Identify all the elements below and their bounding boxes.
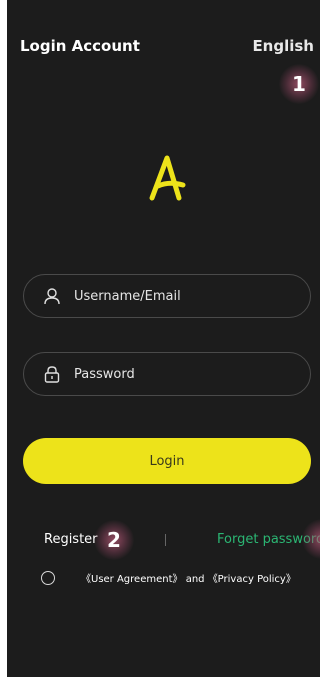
password-input[interactable] (74, 366, 284, 382)
username-input[interactable] (74, 288, 284, 304)
annotation-marker-1: 1 (279, 64, 319, 104)
agreement-and: and (182, 574, 208, 585)
letter-a-logo (149, 155, 186, 201)
login-screen: Login Account English Login Register For… (7, 0, 320, 677)
register-link[interactable]: Register (44, 532, 98, 547)
annotation-marker-2: 2 (94, 520, 134, 560)
privacy-policy-link[interactable]: 《Privacy Policy》 (208, 574, 296, 585)
language-switch[interactable]: English (252, 37, 314, 55)
lock-icon (42, 364, 62, 384)
password-field[interactable] (23, 352, 311, 396)
username-field[interactable] (23, 274, 311, 318)
agreement-text: 《User Agreement》 and 《Privacy Policy》 (81, 570, 296, 585)
login-button[interactable]: Login (23, 438, 311, 484)
link-divider (165, 534, 166, 546)
user-agreement-link[interactable]: 《User Agreement》 (81, 574, 183, 585)
agreement-radio[interactable] (41, 570, 55, 585)
page-title: Login Account (20, 37, 140, 55)
user-icon (42, 286, 62, 306)
annotation-marker-3 (302, 519, 320, 559)
agreement-row: 《User Agreement》 and 《Privacy Policy》 (41, 570, 296, 585)
